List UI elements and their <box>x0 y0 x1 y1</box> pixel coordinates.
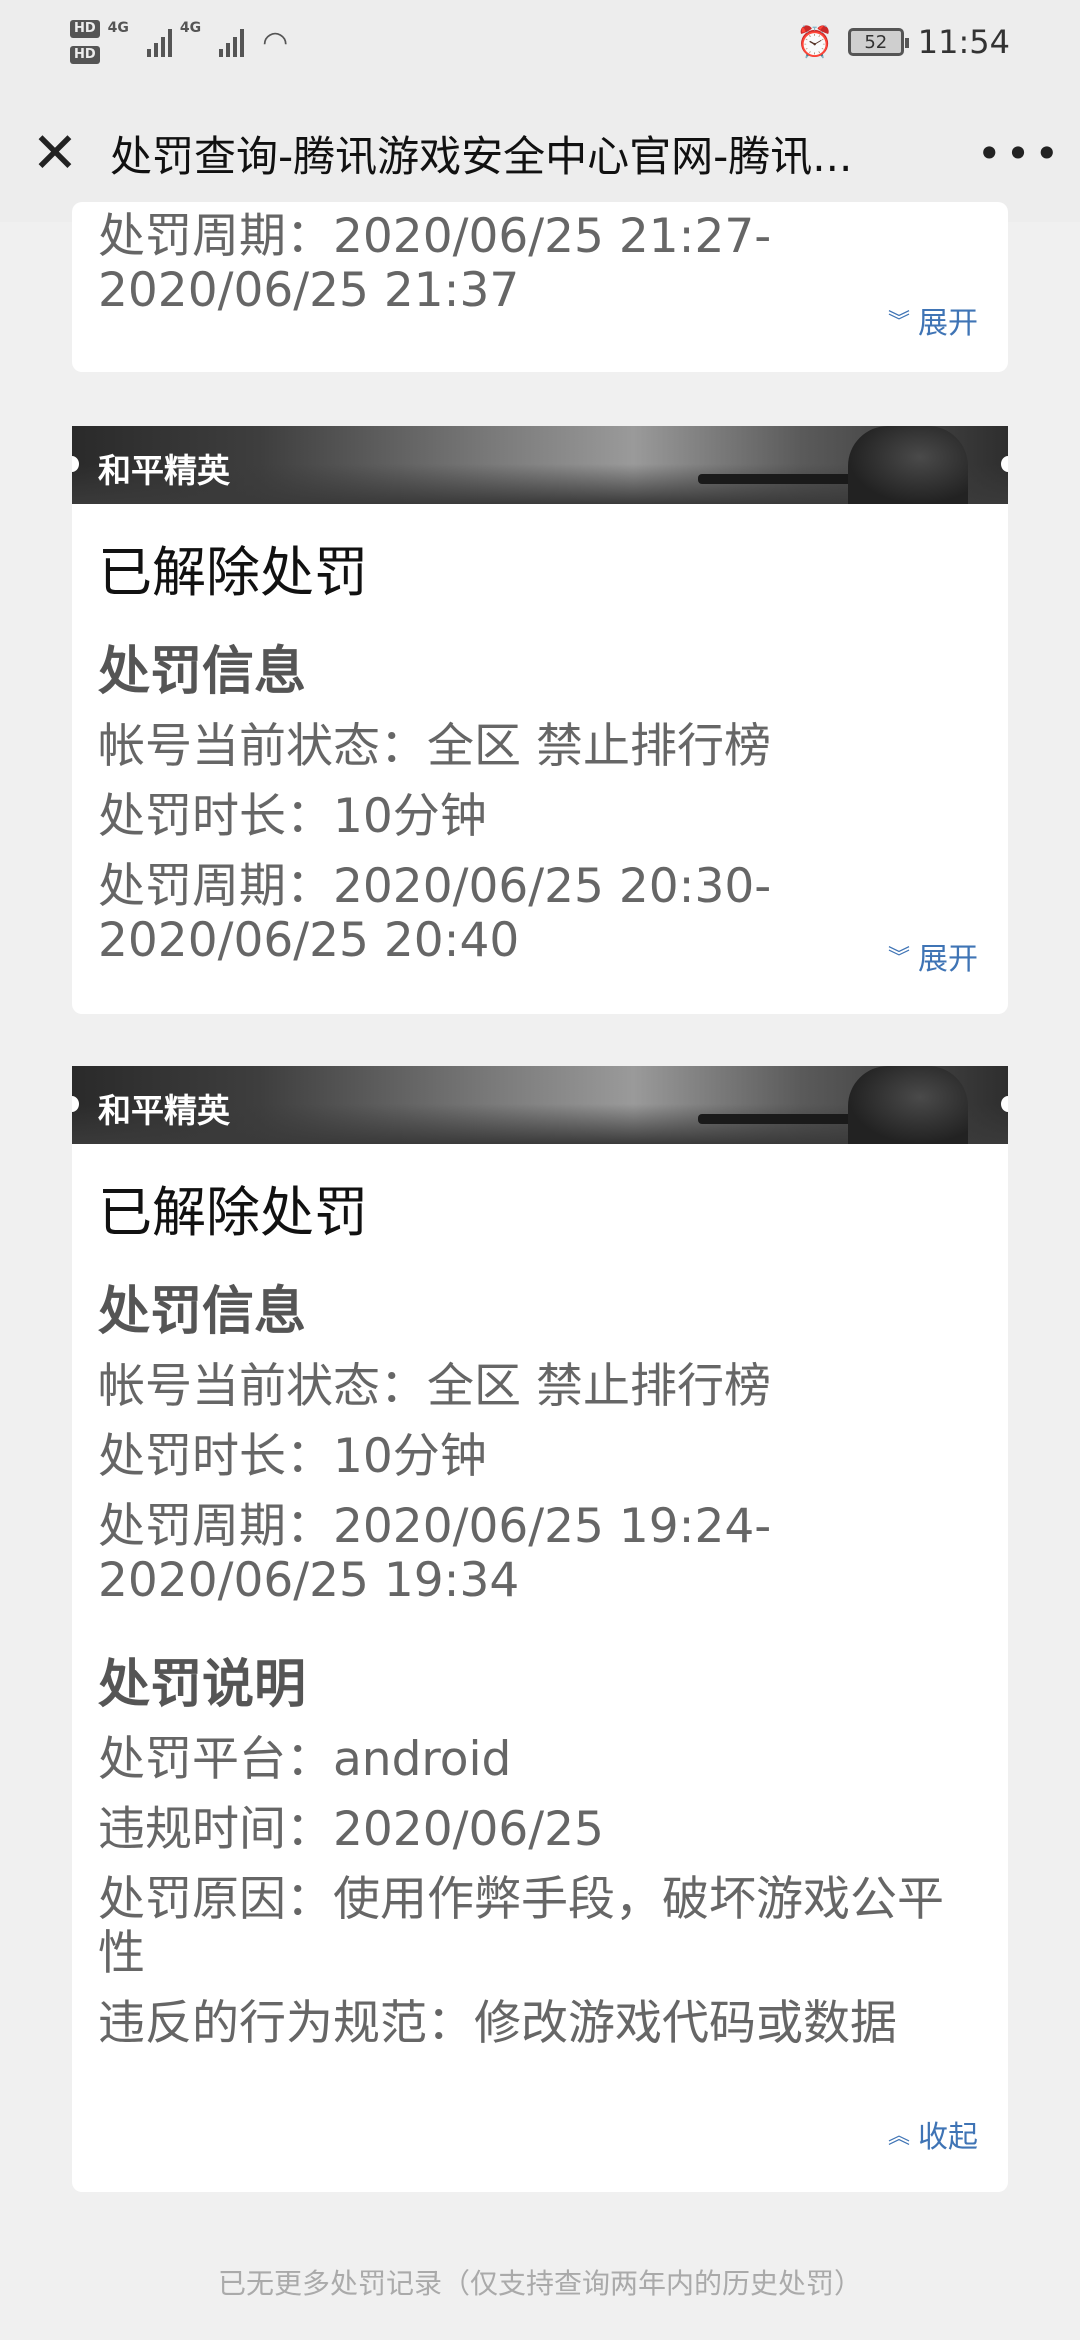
platform-row: 处罚平台：android <box>98 1733 982 1787</box>
battery-icon: 52 <box>847 28 909 56</box>
expand-button[interactable]: ︾ 展开 <box>888 298 978 342</box>
hd-indicator: HD HD <box>70 20 100 64</box>
duration-row: 处罚时长：10分钟 <box>98 790 982 844</box>
expand-button[interactable]: ︾ 展开 <box>888 934 978 978</box>
penalty-status: 已解除处罚 <box>98 541 368 604</box>
chevron-up-icon: ︽ <box>887 2124 910 2149</box>
wifi-icon: ◠ <box>262 24 289 60</box>
penalty-card-expanded: 和平精英 已解除处罚 处罚信息 帐号当前状态：全区 禁止排行榜 处罚时长：10分… <box>72 1066 1008 2192</box>
more-options-button[interactable]: ••• <box>960 129 1080 178</box>
hd-badge-1: HD <box>70 20 100 38</box>
network-type-2: 4G <box>179 20 202 36</box>
duration-value: 10分钟 <box>333 1429 487 1484</box>
page-title: 处罚查询-腾讯游戏安全中心官网-腾讯... <box>110 131 853 181</box>
hd-badge-2: HD <box>70 46 100 64</box>
period-row: 处罚周期：2020/06/25 21:27-2020/06/25 21:37 <box>98 210 982 318</box>
expand-label: 展开 <box>918 306 978 341</box>
status-right: ⏰ 52 11:54 <box>796 23 1010 61</box>
platform-label: 处罚平台： <box>98 1732 333 1787</box>
duration-label: 处罚时长： <box>98 789 333 844</box>
violation-time-value: 2020/06/25 <box>333 1802 604 1857</box>
penalty-card-partial: 处罚周期：2020/06/25 21:27-2020/06/25 21:37 ︾… <box>72 202 1008 372</box>
violation-time-row: 违规时间：2020/06/25 <box>98 1803 982 1857</box>
platform-value: android <box>333 1732 512 1787</box>
rule-row: 违反的行为规范：修改游戏代码或数据 <box>98 1997 982 2051</box>
signal-icon <box>146 27 172 57</box>
state-value: 全区 禁止排行榜 <box>427 1359 771 1414</box>
section-title-info: 处罚信息 <box>98 1282 307 1342</box>
collapse-button[interactable]: ︽ 收起 <box>888 2112 978 2156</box>
state-label: 帐号当前状态： <box>98 1359 427 1414</box>
reason-label: 处罚原因： <box>98 1872 333 1927</box>
duration-label: 处罚时长： <box>98 1429 333 1484</box>
rule-label: 违反的行为规范： <box>98 1996 474 2051</box>
violation-time-label: 违规时间： <box>98 1802 333 1857</box>
state-row: 帐号当前状态：全区 禁止排行榜 <box>98 1360 982 1414</box>
period-label: 处罚周期： <box>98 859 333 914</box>
period-row: 处罚周期：2020/06/25 20:30-2020/06/25 20:40 <box>98 860 982 968</box>
penalty-card: 和平精英 已解除处罚 处罚信息 帐号当前状态：全区 禁止排行榜 处罚时长：10分… <box>72 426 1008 1014</box>
period-label: 处罚周期： <box>98 1499 333 1554</box>
status-bar: HD HD 4G 4G ◠ ⏰ 52 11:54 <box>0 0 1080 84</box>
status-left: HD HD 4G 4G ◠ <box>70 20 288 64</box>
battery-level: 52 <box>864 31 888 53</box>
game-banner: 和平精英 <box>72 1066 1008 1144</box>
signal-icon-2 <box>219 27 245 57</box>
alarm-icon: ⏰ <box>796 24 834 60</box>
close-icon: ✕ <box>31 120 79 186</box>
state-row: 帐号当前状态：全区 禁止排行榜 <box>98 720 982 774</box>
more-icon: ••• <box>976 128 1064 178</box>
duration-row: 处罚时长：10分钟 <box>98 1430 982 1484</box>
expand-label: 展开 <box>918 942 978 977</box>
penalty-status: 已解除处罚 <box>98 1181 368 1244</box>
state-label: 帐号当前状态： <box>98 719 427 774</box>
game-name: 和平精英 <box>98 451 230 490</box>
end-of-list-note: 已无更多处罚记录（仅支持查询两年内的历史处罚） <box>217 2267 862 2300</box>
game-banner: 和平精英 <box>72 426 1008 504</box>
section-title-desc: 处罚说明 <box>98 1655 307 1715</box>
duration-value: 10分钟 <box>333 789 487 844</box>
reason-row: 处罚原因：使用作弊手段，破坏游戏公平性 <box>98 1873 982 1981</box>
game-name: 和平精英 <box>98 1091 230 1130</box>
network-type-1: 4G <box>107 20 129 36</box>
period-label: 处罚周期： <box>98 209 333 264</box>
rule-value: 修改游戏代码或数据 <box>474 1996 897 2051</box>
chevron-down-icon: ︾ <box>887 946 910 971</box>
clock: 11:54 <box>917 23 1010 61</box>
collapse-label: 收起 <box>918 2120 978 2155</box>
state-value: 全区 禁止排行榜 <box>427 719 771 774</box>
section-title-info: 处罚信息 <box>98 642 307 702</box>
chevron-down-icon: ︾ <box>887 310 910 335</box>
period-row: 处罚周期：2020/06/25 19:24-2020/06/25 19:34 <box>98 1500 982 1608</box>
